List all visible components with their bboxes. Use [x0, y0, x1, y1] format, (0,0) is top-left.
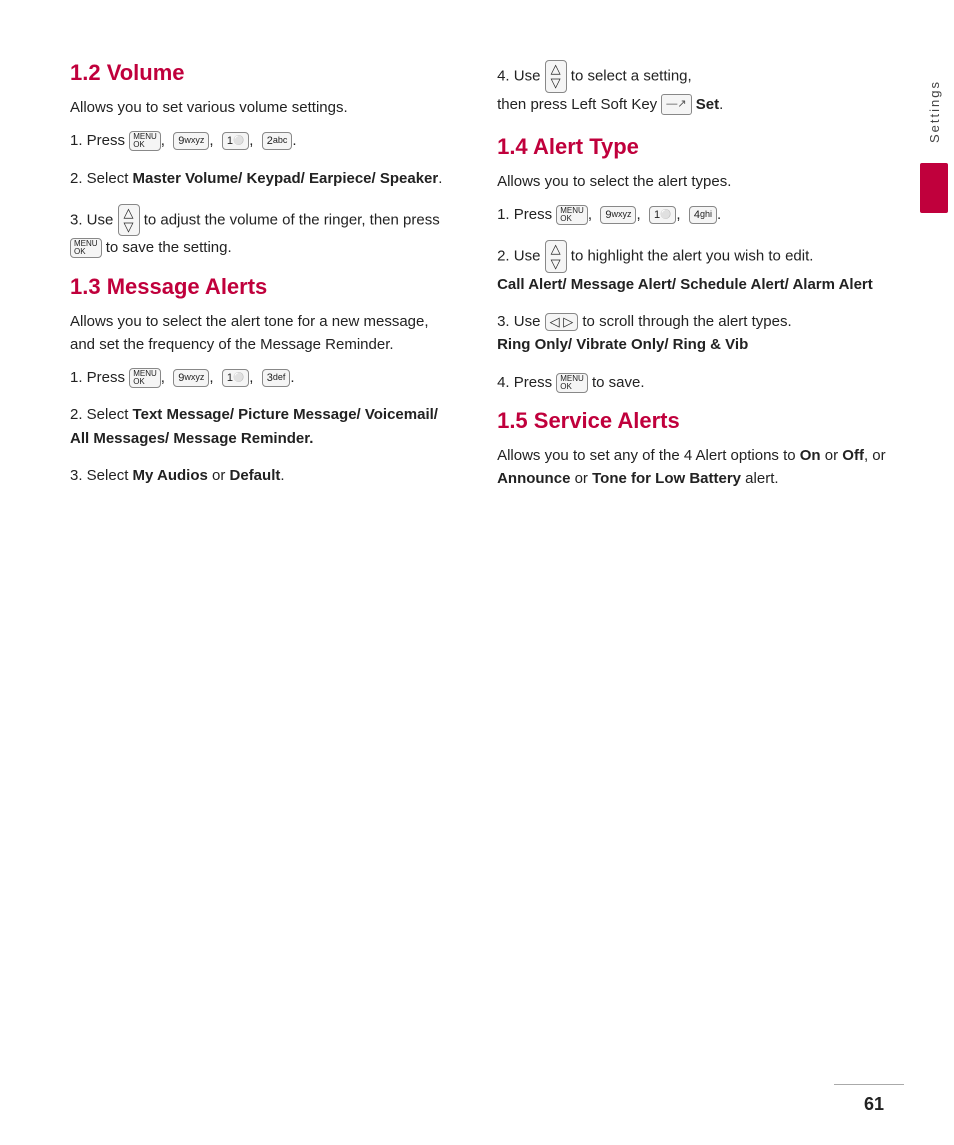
key-9wxyz: 9wxyz — [173, 132, 209, 150]
section-1-5-title: 1.5 Service Alerts — [497, 408, 904, 434]
sidebar-bar — [920, 163, 948, 213]
step-num: 1. Press — [70, 132, 129, 149]
tone-bold: Tone for Low Battery — [592, 470, 741, 487]
section-1-4-step1: 1. Press MENUOK, 9wxyz, 1⚪, 4ghi. — [497, 203, 904, 226]
key-1b: 1⚪ — [222, 369, 249, 387]
key-9wxyz2: 9wxyz — [173, 369, 209, 387]
section-1-2-step2: 2. Select Master Volume/ Keypad/ Earpiec… — [70, 167, 457, 190]
section-1-4-desc: Allows you to select the alert types. — [497, 170, 904, 193]
my-audios: My Audios — [133, 467, 208, 484]
announce-bold: Announce — [497, 470, 570, 487]
page-divider — [834, 1084, 904, 1086]
section-1-4-step3: 3. Use ◁ ▷ to scroll through the alert t… — [497, 310, 904, 357]
section-1-4-step2: 2. Use △▽ to highlight the alert you wis… — [497, 240, 904, 296]
step2b-bold: Text Message/ Picture Message/ Voicemail… — [70, 406, 438, 446]
set-label: Set — [696, 96, 719, 113]
key-3def: 3def — [262, 369, 291, 387]
section-1-3: 1.3 Message Alerts Allows you to select … — [70, 274, 457, 488]
step2-bold: Master Volume/ Keypad/ Earpiece/ Speaker — [133, 170, 439, 187]
key-menu-ok5: MENUOK — [556, 373, 588, 393]
continued-step4: 4. Use △▽ to select a setting, then pres… — [497, 60, 904, 116]
section-1-5: 1.5 Service Alerts Allows you to set any… — [497, 408, 904, 491]
key-menu-ok4: MENUOK — [556, 205, 588, 225]
on-bold: On — [800, 447, 821, 464]
page: 1.2 Volume Allows you to set various vol… — [0, 0, 954, 1145]
nav-ud-key2: △▽ — [545, 60, 567, 93]
left-column: 1.2 Volume Allows you to set various vol… — [70, 60, 487, 1105]
section-1-3-desc: Allows you to select the alert tone for … — [70, 310, 457, 357]
key-9wxyz3: 9wxyz — [600, 206, 636, 224]
soft-key-icon: —↗ — [661, 94, 691, 115]
section-1-2: 1.2 Volume Allows you to set various vol… — [70, 60, 457, 260]
key-1: 1⚪ — [222, 132, 249, 150]
alert-types-bold: Call Alert/ Message Alert/ Schedule Aler… — [497, 276, 873, 293]
key-menu-ok2: MENUOK — [70, 238, 102, 258]
section-1-2-desc: Allows you to set various volume setting… — [70, 96, 457, 119]
key-1c: 1⚪ — [649, 206, 676, 224]
key-menu-ok3: MENUOK — [129, 368, 161, 388]
section-1-5-desc: Allows you to set any of the 4 Alert opt… — [497, 444, 904, 491]
sidebar-label: Settings — [927, 80, 942, 143]
section-1-3-step1: 1. Press MENUOK, 9wxyz, 1⚪, 3def. — [70, 366, 457, 389]
section-1-4-step4: 4. Press MENUOK to save. — [497, 371, 904, 394]
nav-ud-key: △▽ — [118, 204, 140, 237]
default: Default — [230, 467, 281, 484]
ring-types-bold: Ring Only/ Vibrate Only/ Ring & Vib — [497, 336, 748, 353]
key-menu-ok: MENUOK — [129, 131, 161, 151]
key-4ghi: 4ghi — [689, 206, 717, 224]
section-1-2-step3: 3. Use △▽ to adjust the volume of the ri… — [70, 204, 457, 260]
nav-ud-key3: △▽ — [545, 240, 567, 273]
nav-lr-key: ◁ ▷ — [545, 313, 579, 331]
page-number: 61 — [864, 1094, 884, 1115]
section-1-4-title: 1.4 Alert Type — [497, 134, 904, 160]
section-1-2-step1: 1. Press MENUOK, 9wxyz, 1⚪, 2abc. — [70, 129, 457, 152]
section-1-4: 1.4 Alert Type Allows you to select the … — [497, 134, 904, 394]
section-1-2-title: 1.2 Volume — [70, 60, 457, 86]
off-bold: Off — [842, 447, 864, 464]
section-1-3-step3: 3. Select My Audios or Default. — [70, 464, 457, 487]
sidebar: Settings — [914, 0, 954, 1145]
section-1-3-step2: 2. Select Text Message/ Picture Message/… — [70, 403, 457, 450]
right-column: 4. Use △▽ to select a setting, then pres… — [487, 60, 904, 1105]
key-2abc: 2abc — [262, 132, 293, 150]
section-1-3-title: 1.3 Message Alerts — [70, 274, 457, 300]
